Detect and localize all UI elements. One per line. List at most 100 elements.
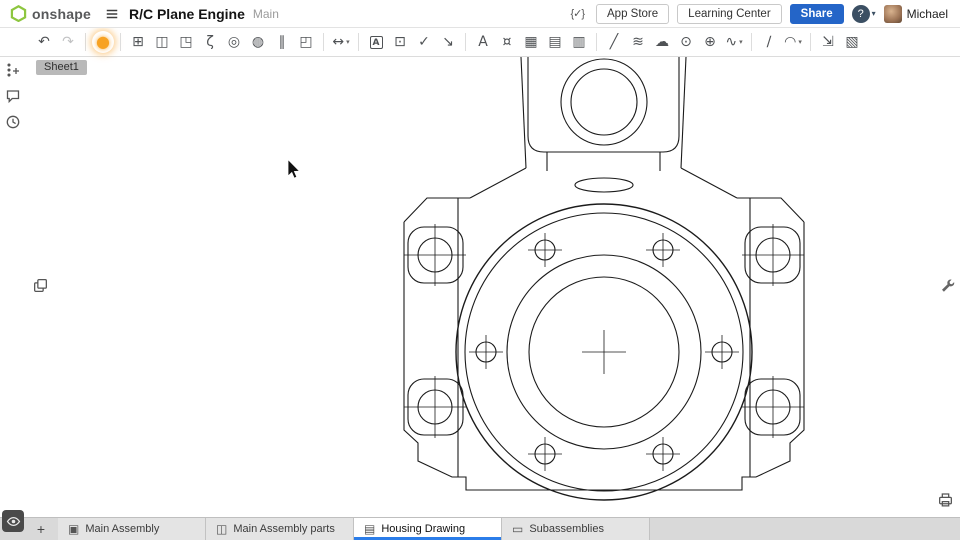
projected-view-icon[interactable]: ◫ <box>151 31 173 53</box>
document-title: R/C Plane Engine <box>129 6 245 22</box>
tab-label: Main Assembly <box>85 523 159 535</box>
auxiliary-view-icon[interactable]: ◳ <box>175 31 197 53</box>
toolbar-items: ↶↷●⊞◫◳ζ◎◍∥◰↔▾A⊡✓↘A¤▦▤▥╱≋☁⊙⊕∿▾∕◠▾⇲▧ <box>32 31 864 53</box>
insert-image-glyph: ▧ <box>845 31 858 53</box>
hole-table-icon[interactable]: ▥ <box>568 31 590 53</box>
dimension-icon[interactable]: ↔▾ <box>330 31 352 53</box>
avatar[interactable] <box>884 5 902 23</box>
undo-icon[interactable]: ↶ <box>33 31 55 53</box>
dimension-glyph: ↔ <box>332 31 344 53</box>
tab-main-assembly-parts[interactable]: ◫Main Assembly parts <box>206 518 354 540</box>
table-icon[interactable]: ▦ <box>520 31 542 53</box>
sketch-arc-caret-icon[interactable]: ▾ <box>798 38 802 46</box>
app-store-button[interactable]: App Store <box>596 4 669 24</box>
share-button[interactable]: Share <box>790 4 844 24</box>
learning-center-button[interactable]: Learning Center <box>677 4 781 24</box>
adjust-tools-icon[interactable] <box>939 277 955 298</box>
sketch-line-icon[interactable]: ∕ <box>758 31 780 53</box>
note-icon[interactable]: A <box>365 31 387 53</box>
insert-view-glyph: ⊞ <box>132 31 144 53</box>
tutorial-ping-glyph: ● <box>96 31 110 53</box>
print-icon[interactable] <box>937 491 954 513</box>
center-mark-glyph: ⊙ <box>680 31 692 53</box>
find-icon[interactable]: ¤ <box>496 31 518 53</box>
redo-icon: ↷ <box>57 31 79 53</box>
broken-out-section-icon[interactable]: ◍ <box>247 31 269 53</box>
spline-caret-icon[interactable]: ▾ <box>739 38 743 46</box>
mouse-cursor <box>288 160 300 179</box>
projected-view-glyph: ◫ <box>155 31 168 53</box>
section-view-glyph: ζ <box>206 31 214 53</box>
toolbar-divider <box>751 33 752 51</box>
carburetor-neck <box>470 57 737 198</box>
center-marks <box>404 224 804 471</box>
toolbar-divider <box>85 33 86 51</box>
bottom-tab-bar: + ▣Main Assembly◫Main Assembly parts ▤ Hou… <box>0 517 960 540</box>
drawing-canvas[interactable]: Sheet1 <box>26 57 960 517</box>
hole-table-glyph: ▥ <box>572 31 585 53</box>
line-icon[interactable]: ╱ <box>603 31 625 53</box>
text-glyph: A <box>478 31 488 53</box>
tab-subassemblies[interactable]: ▭Subassemblies <box>502 518 650 540</box>
workspace-label: Main <box>253 7 279 21</box>
toolbar-divider <box>465 33 466 51</box>
help-caret-icon[interactable]: ▾ <box>872 9 876 18</box>
onshape-wordmark: onshape <box>32 6 91 22</box>
insert-view-icon[interactable]: ⊞ <box>127 31 149 53</box>
revision-cloud-icon[interactable]: ☁ <box>651 31 673 53</box>
line-glyph: ╱ <box>610 31 618 53</box>
bom-table-icon[interactable]: ▤ <box>544 31 566 53</box>
tab-label: Housing Drawing <box>381 523 465 535</box>
follow-view-button[interactable] <box>2 510 24 532</box>
drawing-toolbar: ↶↷●⊞◫◳ζ◎◍∥◰↔▾A⊡✓↘A¤▦▤▥╱≋☁⊙⊕∿▾∕◠▾⇲▧ <box>0 28 960 57</box>
detail-view-icon[interactable]: ◎ <box>223 31 245 53</box>
broken-out-section-glyph: ◍ <box>252 31 264 53</box>
detail-view-glyph: ◎ <box>228 31 240 53</box>
housing-outline <box>404 57 804 500</box>
toolbar-divider <box>323 33 324 51</box>
sketch-arc-icon[interactable]: ◠▾ <box>782 31 804 53</box>
undo-glyph: ↶ <box>38 31 50 53</box>
comments-icon[interactable] <box>3 86 23 106</box>
help-button[interactable]: ? <box>852 5 870 23</box>
sketch-line-glyph: ∕ <box>767 31 772 53</box>
tutorial-ping-icon[interactable]: ● <box>92 31 114 53</box>
multiline-glyph: ≋ <box>632 31 644 53</box>
toolbar-divider <box>596 33 597 51</box>
sheet-tab[interactable]: Sheet1 <box>36 60 87 75</box>
weld-symbol-glyph: ↘ <box>442 31 454 53</box>
drawing-view-front[interactable] <box>26 57 960 517</box>
toolbar-divider <box>120 33 121 51</box>
document-menu-icon[interactable] <box>105 7 119 21</box>
left-panel-bar <box>0 30 26 517</box>
section-view-icon[interactable]: ζ <box>199 31 221 53</box>
surface-finish-icon[interactable]: ✓ <box>413 31 435 53</box>
spline-icon[interactable]: ∿▾ <box>723 31 745 53</box>
export-icon[interactable]: ⇲ <box>817 31 839 53</box>
tab-label: Subassemblies <box>529 523 604 535</box>
callout-icon[interactable]: ⊡ <box>389 31 411 53</box>
centerline-glyph: ⊕ <box>704 31 716 53</box>
top-bar: onshape R/C Plane Engine Main {✓} App St… <box>0 0 960 28</box>
onshape-logo-icon[interactable] <box>10 5 27 22</box>
insert-image-icon[interactable]: ▧ <box>841 31 863 53</box>
centerline-icon[interactable]: ⊕ <box>699 31 721 53</box>
insert-item-icon[interactable] <box>3 60 23 80</box>
add-tab-button[interactable]: + <box>30 518 52 540</box>
callout-glyph: ⊡ <box>394 31 406 53</box>
text-icon[interactable]: A <box>472 31 494 53</box>
break-view-icon[interactable]: ∥ <box>271 31 293 53</box>
history-icon[interactable] <box>3 112 23 132</box>
tab-housing-drawing[interactable]: ▤ Housing Drawing <box>354 518 502 540</box>
tasks-icon[interactable]: {✓} <box>570 7 584 20</box>
tab-label: Main Assembly parts <box>233 523 334 535</box>
multiline-icon[interactable]: ≋ <box>627 31 649 53</box>
dimension-caret-icon[interactable]: ▾ <box>346 38 350 46</box>
center-mark-icon[interactable]: ⊙ <box>675 31 697 53</box>
weld-symbol-icon[interactable]: ↘ <box>437 31 459 53</box>
drawing-icon: ▤ <box>364 522 375 536</box>
revision-cloud-glyph: ☁ <box>655 31 669 53</box>
sheet-overlay-icon[interactable] <box>32 277 49 299</box>
crop-view-icon[interactable]: ◰ <box>295 31 317 53</box>
tab-main-assembly[interactable]: ▣Main Assembly <box>58 518 206 540</box>
